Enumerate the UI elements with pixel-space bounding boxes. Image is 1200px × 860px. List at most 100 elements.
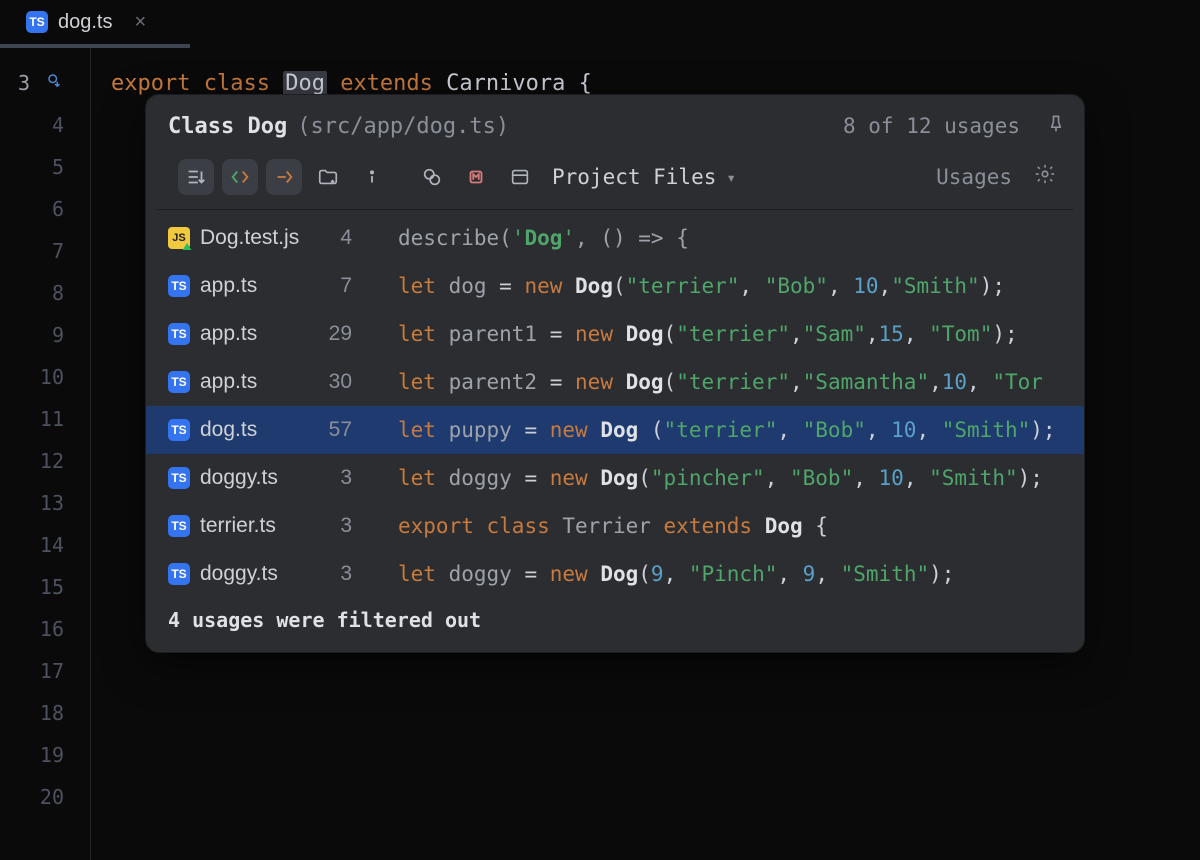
usage-file: TSapp.ts: [168, 370, 302, 394]
usages-popup: Class Dog (src/app/dog.ts) 8 of 12 usage…: [145, 94, 1085, 653]
preview-icon[interactable]: [502, 159, 538, 195]
usage-row[interactable]: TS app.ts 7 let dog = new Dog("terrier", "B…: [146, 262, 1084, 310]
line-number: 5: [38, 155, 64, 179]
line-number: 17: [38, 659, 64, 683]
usage-file: TS app.ts: [168, 274, 302, 298]
popup-header: Class Dog (src/app/dog.ts) 8 of 12 usage…: [146, 95, 1084, 153]
file-name: dog.ts: [200, 418, 257, 442]
code-token: Dog: [283, 71, 327, 96]
line-number: 8: [38, 281, 64, 305]
usage-line-number: 3: [312, 466, 352, 490]
usage-line-number: 3: [312, 562, 352, 586]
implements-gutter-icon[interactable]: [46, 72, 64, 95]
usage-row[interactable]: TSdoggy.ts3let doggy = new Dog("pincher"…: [146, 454, 1084, 502]
usage-row[interactable]: TSapp.ts29let parent1 = new Dog("terrier…: [146, 310, 1084, 358]
tab-dog-ts[interactable]: TS dog.ts ×: [14, 3, 158, 42]
ts-icon: TS: [168, 419, 190, 441]
scope-label: Project Files: [552, 165, 716, 189]
file-name: terrier.ts: [200, 514, 276, 538]
popup-path: (src/app/dog.ts): [297, 114, 509, 139]
usage-code: let parent1 = new Dog("terrier","Sam",15…: [398, 322, 1018, 346]
js-test-icon: JS: [168, 227, 190, 249]
code-token: extends: [327, 71, 446, 96]
method-filter-icon[interactable]: [458, 159, 494, 195]
usage-file: TS doggy.ts: [168, 466, 302, 490]
gutter-line-6[interactable]: 6: [0, 188, 90, 230]
usage-row[interactable]: JSDog.test.js4describe('Dog', () => {: [146, 214, 1084, 262]
gear-icon[interactable]: [1034, 163, 1056, 191]
close-icon[interactable]: ×: [134, 11, 146, 34]
line-number: 6: [38, 197, 64, 221]
gutter-line-10[interactable]: 10: [0, 356, 90, 398]
usage-file: TSdoggy.ts: [168, 562, 302, 586]
line-number: 18: [38, 701, 64, 725]
gutter-line-11[interactable]: 11: [0, 398, 90, 440]
line-number: 20: [38, 785, 64, 809]
read-write-icon[interactable]: [222, 159, 258, 195]
line-number: 12: [38, 449, 64, 473]
gutter-line-5[interactable]: 5: [0, 146, 90, 188]
gutter-line-20[interactable]: 20: [0, 776, 90, 818]
gutter-line-13[interactable]: 13: [0, 482, 90, 524]
usage-row[interactable]: TSdog.ts57let puppy = new Dog ("terrier"…: [146, 406, 1084, 454]
pin-icon[interactable]: [1046, 113, 1066, 139]
usage-line-number: 29: [312, 322, 352, 346]
code-column[interactable]: export class Dog extends Carnivora { Cla…: [90, 48, 1200, 860]
info-icon[interactable]: [354, 159, 390, 195]
editor-area: 3 4 5 6 7 8 9 10 11 12 13 14 15 16 17 18 19 20 export cla…: [0, 48, 1200, 860]
line-number: 15: [38, 575, 64, 599]
code-token: class: [204, 71, 283, 96]
gutter-line-19[interactable]: 19: [0, 734, 90, 776]
gutter-line-14[interactable]: 14: [0, 524, 90, 566]
usage-code: let puppy = new Dog ("terrier", "Bob", 1…: [398, 418, 1056, 442]
ts-icon: TS: [168, 467, 190, 489]
code-token: {: [579, 71, 592, 96]
line-number: 9: [38, 323, 64, 347]
gutter-line-12[interactable]: 12: [0, 440, 90, 482]
file-name: app.ts: [200, 370, 257, 394]
new-folder-icon[interactable]: [310, 159, 346, 195]
usage-row[interactable]: TSdoggy.ts3let doggy = new Dog(9, "Pinch…: [146, 550, 1084, 598]
ts-icon: TS: [168, 323, 190, 345]
code-token: export: [111, 71, 204, 96]
usage-file: JSDog.test.js: [168, 226, 302, 250]
code-token: Carnivora: [446, 71, 578, 96]
gutter-line-9[interactable]: 9: [0, 314, 90, 356]
usage-line-number: 30: [312, 370, 352, 394]
usage-code: describe('Dog', () => {: [398, 226, 689, 250]
usage-file: TS terrier.ts: [168, 514, 302, 538]
gutter-line-8[interactable]: 8: [0, 272, 90, 314]
write-only-icon[interactable]: [266, 159, 302, 195]
ts-icon: TS: [168, 275, 190, 297]
file-name: doggy.ts: [200, 466, 278, 490]
usages-label[interactable]: Usages: [936, 165, 1012, 189]
gutter-line-4[interactable]: 4: [0, 104, 90, 146]
usage-row[interactable]: TSapp.ts 30 let parent2 = new Dog("terrier…: [146, 358, 1084, 406]
open-find-tool-window-icon[interactable]: [178, 159, 214, 195]
line-number: 11: [38, 407, 64, 431]
usage-row[interactable]: TS terrier.ts 3 export class Terrier extend…: [146, 502, 1084, 550]
gutter-line-17[interactable]: 17: [0, 650, 90, 692]
gutter-line-3[interactable]: 3: [0, 62, 90, 104]
group-icon[interactable]: [414, 159, 450, 195]
usage-line-number: 7: [312, 274, 352, 298]
usage-code: let dog = new Dog("terrier", "Bob", 10,"…: [398, 274, 1005, 298]
popup-rows: JSDog.test.js4describe('Dog', () => {TSa…: [146, 210, 1084, 598]
file-name: app.ts: [200, 274, 257, 298]
chevron-down-icon: ▾: [726, 168, 736, 187]
popup-count: 8 of 12 usages: [843, 114, 1020, 138]
line-number: 10: [38, 365, 64, 389]
gutter-line-15[interactable]: 15: [0, 566, 90, 608]
ts-icon: TS: [168, 515, 190, 537]
scope-dropdown[interactable]: Project Files ▾: [552, 165, 736, 189]
usage-code: export class Terrier extends Dog {: [398, 514, 828, 538]
usage-file: TS dog.ts: [168, 418, 302, 442]
usage-code: let parent2 = new Dog("terrier","Samanth…: [398, 370, 1043, 394]
popup-toolbar: Project Files ▾ Usages: [156, 153, 1074, 210]
gutter-line-16[interactable]: 16: [0, 608, 90, 650]
line-number: 13: [38, 491, 64, 515]
line-number: 4: [38, 113, 64, 137]
gutter-line-7[interactable]: 7: [0, 230, 90, 272]
usage-line-number: 3: [312, 514, 352, 538]
gutter-line-18[interactable]: 18: [0, 692, 90, 734]
